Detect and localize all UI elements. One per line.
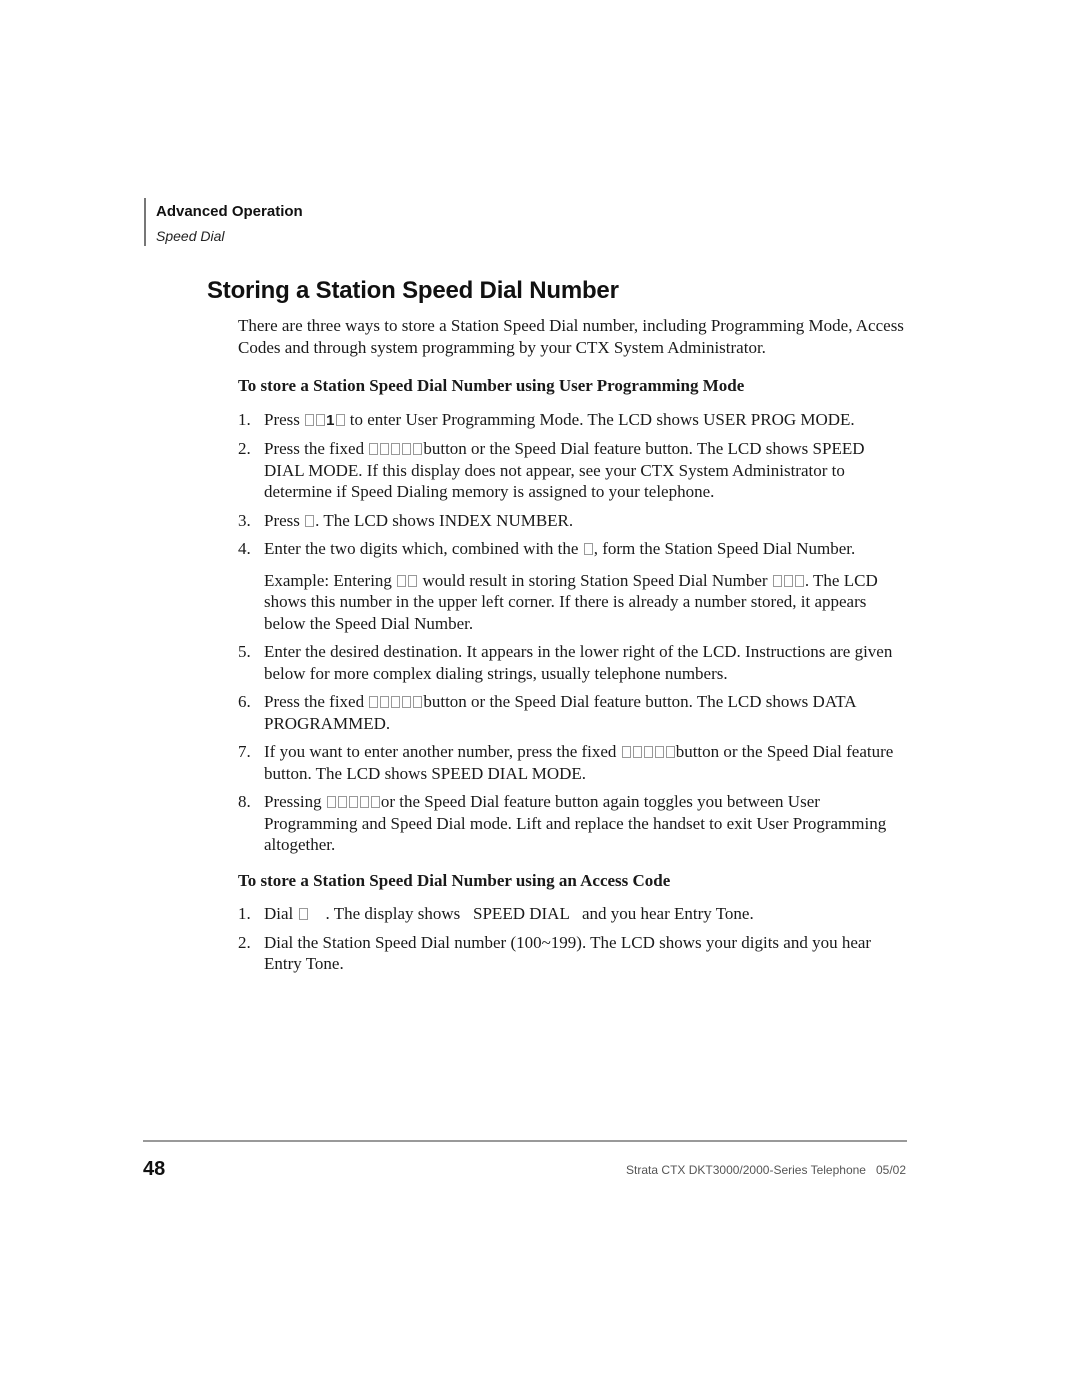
- key-glyph-icon: [397, 574, 407, 587]
- step-text: Enter the two digits which, combined wit…: [264, 539, 583, 558]
- key-glyph-icon: [413, 443, 423, 455]
- key-glyph-icon: [402, 696, 412, 708]
- step-number: 5.: [238, 642, 251, 661]
- step-item: 2. Dial the Station Speed Dial number (1…: [238, 932, 908, 975]
- step-item: 1. Press 1 to enter User Programming Mod…: [238, 409, 908, 432]
- footer-rule: [143, 1140, 907, 1142]
- access-code-steps: 1. Dial . The display shows SPEED DIAL a…: [238, 903, 908, 975]
- key-glyph-icon: [583, 543, 593, 555]
- key-glyph-icon: [369, 443, 379, 455]
- subsection-label: Speed Dial: [156, 228, 225, 244]
- key-glyph-icon: [632, 746, 642, 758]
- key-glyph-icon: [391, 443, 401, 455]
- procedure-heading-access-code: To store a Station Speed Dial Number usi…: [238, 870, 671, 890]
- user-prog-steps: 1. Press 1 to enter User Programming Mod…: [238, 409, 908, 856]
- example-paragraph: Example: Entering would result in storin…: [264, 570, 908, 635]
- key-glyph-icon: [305, 413, 315, 426]
- key-glyph-icon: [335, 413, 345, 426]
- page-title: Storing a Station Speed Dial Number: [207, 277, 619, 304]
- key-glyph-icon: [369, 696, 379, 708]
- step-item: 3. Press . The LCD shows INDEX NUMBER.: [238, 510, 908, 532]
- key-label: 1: [326, 411, 335, 429]
- step-number: 6.: [238, 692, 251, 711]
- step-text: Press the fixed: [264, 439, 369, 458]
- step-number: 8.: [238, 792, 251, 811]
- step-number: 1.: [238, 409, 251, 429]
- step-number: 3.: [238, 510, 251, 530]
- key-glyph-icon: [316, 413, 326, 426]
- example-text: would result in storing Station Speed Di…: [418, 570, 772, 590]
- key-glyph-icon: [359, 796, 369, 808]
- step-item: 4. Enter the two digits which, combined …: [238, 538, 908, 634]
- key-glyph-icon: [348, 796, 358, 808]
- step-number: 2.: [238, 439, 251, 458]
- key-glyph-icon: [408, 574, 418, 587]
- key-glyph-icon: [370, 796, 380, 808]
- step-text: Dial the Station Speed Dial number (100~…: [264, 932, 872, 974]
- key-glyph-icon: [305, 514, 315, 527]
- step-text: . The LCD shows INDEX NUMBER.: [315, 510, 574, 530]
- key-glyph-icon: [337, 796, 347, 808]
- step-number: 1.: [238, 904, 251, 923]
- step-item: 2. Press the fixed button or the Speed D…: [238, 438, 908, 503]
- key-glyph-icon: [654, 746, 664, 758]
- step-text: to enter User Programming Mode. The LCD …: [345, 409, 855, 429]
- key-glyph-icon: [772, 574, 782, 587]
- step-text: Dial: [264, 904, 298, 923]
- section-label: Advanced Operation: [156, 203, 303, 220]
- key-glyph-icon: [783, 574, 793, 587]
- document-body: There are three ways to store a Station …: [238, 315, 908, 989]
- step-item: 7. If you want to enter another number, …: [238, 741, 908, 784]
- step-text: Press: [264, 510, 305, 530]
- key-glyph-icon: [380, 696, 390, 708]
- example-text: Example: Entering: [264, 570, 397, 590]
- key-glyph-icon: [402, 443, 412, 455]
- key-glyph-icon: [391, 696, 401, 708]
- step-item: 1. Dial . The display shows SPEED DIAL a…: [238, 903, 908, 925]
- key-glyph-icon: [621, 746, 631, 758]
- key-glyph-icon: [380, 443, 390, 455]
- step-text: Pressing: [264, 792, 326, 811]
- step-text: . The display shows SPEED DIAL and you h…: [308, 904, 754, 923]
- step-number: 2.: [238, 932, 251, 952]
- key-glyph-icon: [643, 746, 653, 758]
- key-glyph-icon: [413, 696, 423, 708]
- procedure-heading-user-prog: To store a Station Speed Dial Number usi…: [238, 376, 745, 395]
- key-glyph-icon: [326, 796, 336, 808]
- step-item: 5. Enter the desired destination. It app…: [238, 641, 908, 684]
- step-text: Press: [264, 409, 305, 429]
- key-glyph-icon: [794, 574, 804, 587]
- key-glyph-icon: [298, 908, 308, 920]
- key-glyph-icon: [665, 746, 675, 758]
- step-number: 7.: [238, 742, 251, 761]
- header-rule: [144, 198, 146, 246]
- step-item: 6. Press the fixed button or the Speed D…: [238, 691, 908, 734]
- intro-paragraph: There are three ways to store a Station …: [238, 316, 904, 357]
- step-number: 4.: [238, 539, 251, 558]
- step-text: If you want to enter another number, pre…: [264, 742, 621, 761]
- footer-document-title: Strata CTX DKT3000/2000-Series Telephone…: [626, 1163, 906, 1177]
- step-text: Press the fixed: [264, 692, 369, 711]
- step-item: 8. Pressing or the Speed Dial feature bu…: [238, 791, 908, 856]
- step-text: , form the Station Speed Dial Number.: [593, 539, 856, 558]
- step-text: Enter the desired destination. It appear…: [264, 642, 893, 683]
- page-number: 48: [143, 1158, 166, 1180]
